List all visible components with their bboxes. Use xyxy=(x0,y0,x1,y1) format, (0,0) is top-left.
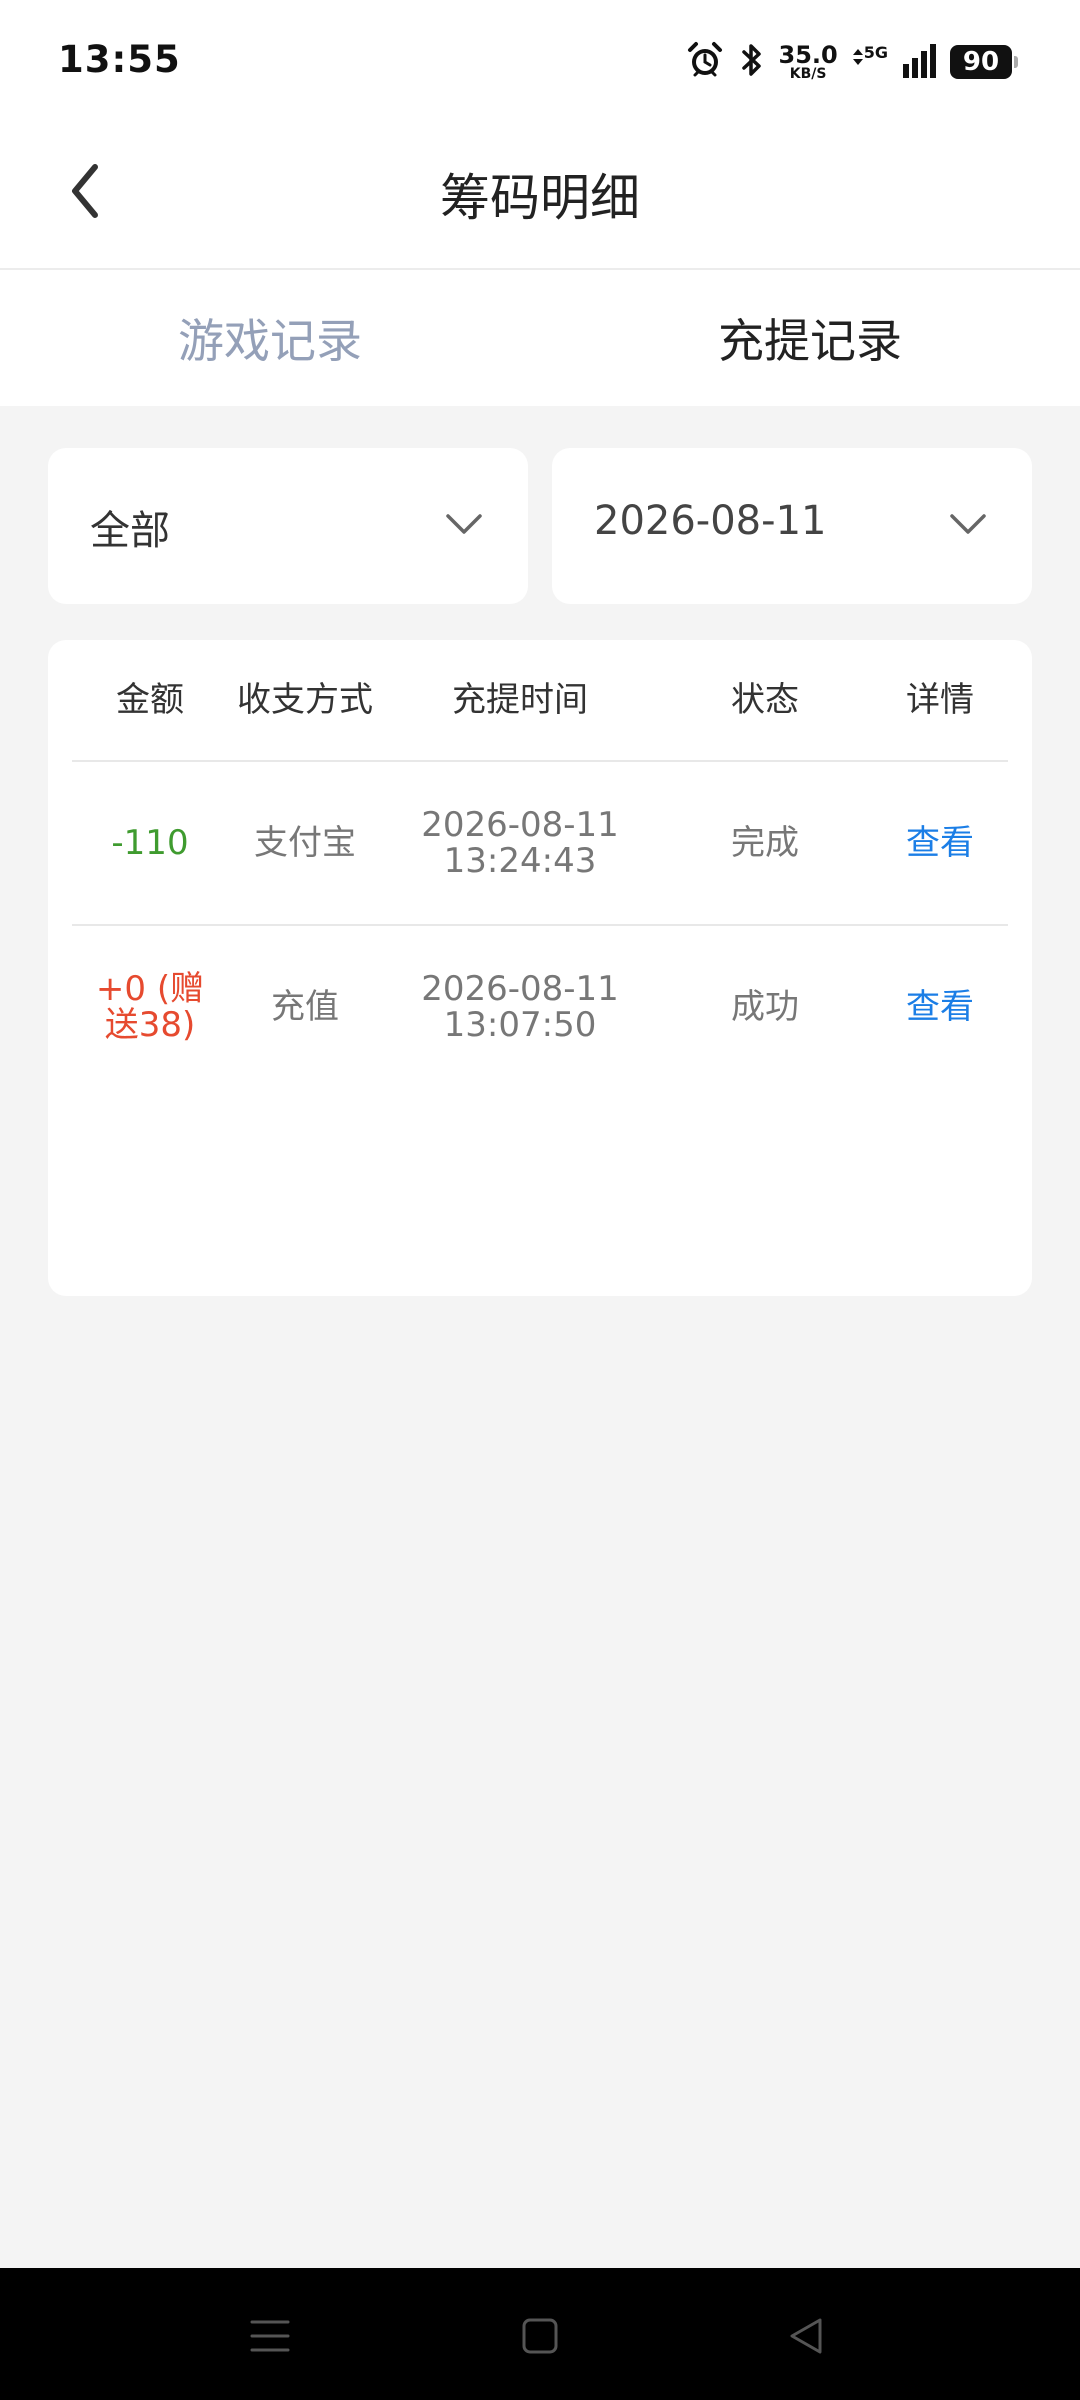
system-nav-bar xyxy=(0,2268,1080,2400)
signal-icon xyxy=(902,42,936,82)
home-square-icon[interactable] xyxy=(510,2306,570,2366)
header-status: 状态 xyxy=(731,679,799,720)
tab-game-records[interactable]: 游戏记录 xyxy=(0,270,540,406)
status-icons: 35.0 KB/S 5G 90 xyxy=(685,40,1018,84)
table-row: -110 支付宝 2026-08-11 13:24:43 完成 查看 xyxy=(72,762,1008,926)
back-triangle-icon[interactable] xyxy=(776,2306,836,2366)
battery-icon: 90 xyxy=(950,45,1018,79)
table-header: 金额 收支方式 充提时间 状态 详情 xyxy=(72,640,1008,762)
status-time: 13:55 xyxy=(58,38,181,81)
view-detail-link[interactable]: 查看 xyxy=(872,762,1008,924)
network-speed: 35.0 KB/S xyxy=(778,41,838,82)
row-amount: -110 xyxy=(111,822,189,863)
row-method: 充值 xyxy=(271,986,339,1027)
header-amount: 金额 xyxy=(116,679,184,720)
records-table: 金额 收支方式 充提时间 状态 详情 -110 支付宝 2026-08-11 1… xyxy=(48,640,1032,1296)
header: 筹码明细 xyxy=(0,120,1080,270)
row-amount: +0 (赠 送38) xyxy=(95,968,205,1045)
bluetooth-icon xyxy=(739,40,765,84)
header-method: 收支方式 xyxy=(237,679,373,720)
type-filter-value: 全部 xyxy=(90,508,170,554)
view-detail-link[interactable]: 查看 xyxy=(872,926,1008,1088)
row-status: 成功 xyxy=(731,986,799,1027)
menu-icon[interactable] xyxy=(240,2306,300,2366)
page-title: 筹码明细 xyxy=(440,169,640,227)
date-filter-dropdown[interactable]: 2026-08-11 xyxy=(552,448,1032,604)
chevron-down-icon xyxy=(946,502,990,546)
chevron-down-icon xyxy=(442,502,486,546)
status-bar: 13:55 35.0 KB/S 5G 90 xyxy=(0,0,1080,120)
date-filter-value: 2026-08-11 xyxy=(594,498,827,544)
row-status: 完成 xyxy=(731,822,799,863)
type-filter-dropdown[interactable]: 全部 xyxy=(48,448,528,604)
data-arrows-icon: 5G xyxy=(852,43,888,77)
header-detail: 详情 xyxy=(906,679,974,720)
row-time: 2026-08-11 13:24:43 xyxy=(421,804,619,881)
network-type: 5G xyxy=(863,43,888,62)
header-time: 充提时间 xyxy=(452,679,588,720)
row-time: 2026-08-11 13:07:50 xyxy=(421,968,619,1045)
table-row: +0 (赠 送38) 充值 2026-08-11 13:07:50 成功 查看 xyxy=(72,926,1008,1088)
alarm-icon xyxy=(685,40,725,84)
tab-bar: 游戏记录 充提记录 xyxy=(0,270,1080,406)
row-method: 支付宝 xyxy=(254,822,356,863)
tab-recharge-withdraw-records[interactable]: 充提记录 xyxy=(540,270,1080,406)
